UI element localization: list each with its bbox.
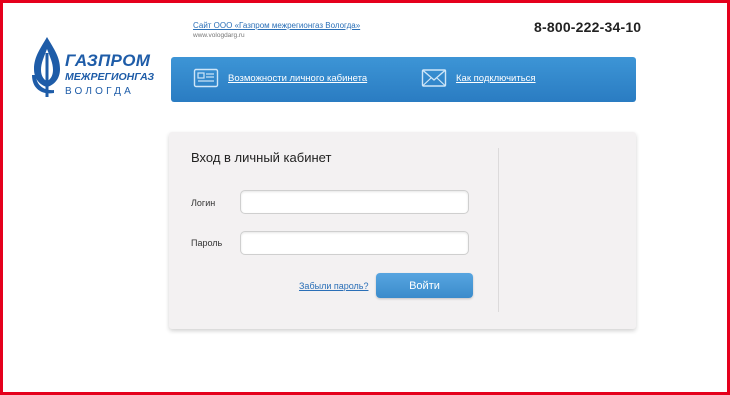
logo-line-1: ГАЗПРОМ	[65, 51, 151, 70]
logo-line-3: ВОЛОГДА	[65, 86, 134, 97]
envelope-icon	[421, 69, 447, 87]
company-logo[interactable]: ГАЗПРОМ МЕЖРЕГИОНГАЗ ВОЛОГДА	[24, 35, 154, 103]
nav-item-label[interactable]: Возможности личного кабинета	[228, 73, 367, 84]
login-card: Вход в личный кабинет Логин Пароль Забыл…	[169, 132, 636, 329]
card-divider	[498, 148, 499, 312]
nav-item-label[interactable]: Как подключиться	[456, 73, 536, 84]
login-button[interactable]: Войти	[376, 273, 473, 298]
gazprom-flame-icon	[32, 37, 60, 97]
site-url: www.vologdarg.ru	[193, 32, 245, 39]
forgot-password-link[interactable]: Забыли пароль?	[299, 281, 368, 291]
nav-item-how-to-connect[interactable]: Как подключиться	[421, 68, 536, 88]
phone-number: 8-800-222-34-10	[534, 19, 642, 35]
password-input[interactable]	[240, 231, 469, 255]
company-site-link[interactable]: Сайт ООО «Газпром межрегионгаз Вологда»	[193, 21, 360, 30]
password-label: Пароль	[191, 238, 223, 248]
document-icon	[193, 68, 219, 88]
info-nav-bar: Возможности личного кабинета Как подключ…	[171, 57, 636, 102]
nav-item-features[interactable]: Возможности личного кабинета	[193, 68, 367, 88]
login-title: Вход в личный кабинет	[191, 150, 332, 165]
login-label: Логин	[191, 198, 216, 208]
logo-line-2: МЕЖРЕГИОНГАЗ	[65, 71, 155, 83]
login-input[interactable]	[240, 190, 469, 214]
